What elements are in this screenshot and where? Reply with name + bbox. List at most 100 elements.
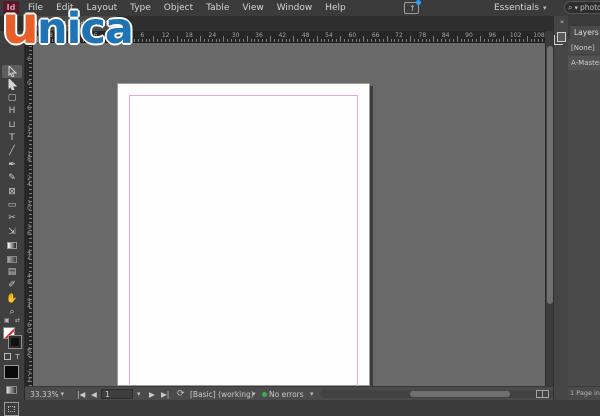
formatting-container-icon[interactable]	[4, 353, 11, 360]
rectangle-tool[interactable]: ▭	[2, 199, 22, 212]
ruler-tick	[60, 36, 61, 42]
ruler-tick	[324, 39, 325, 42]
zoom-level-dropdown[interactable]: 33.33% ▾	[30, 387, 64, 401]
ruler-tick	[161, 39, 162, 42]
menu-item-help[interactable]: Help	[325, 3, 346, 13]
document-tab-bar: *Untitled-1.indd @ 50% ×	[0, 16, 553, 31]
panel-dock-column: «	[553, 16, 568, 400]
first-page-button[interactable]: |◀	[77, 387, 85, 401]
ruler-tick	[29, 238, 32, 239]
horizontal-scrollbar[interactable]	[320, 390, 558, 398]
share-icon[interactable]: ↑	[404, 2, 419, 14]
ruler-tick	[282, 39, 283, 42]
eyedropper-tool[interactable]: ✐	[2, 279, 22, 292]
menu-item-type[interactable]: Type	[130, 3, 151, 13]
vertical-ruler[interactable]: 6061 21 82 43 03 64 24 85 46 06 67 27 8	[25, 43, 33, 386]
menu-item-layout[interactable]: Layout	[87, 3, 118, 13]
document-page[interactable]	[117, 83, 370, 386]
ruler-origin-box[interactable]	[25, 31, 33, 43]
ruler-tick	[406, 39, 407, 42]
next-page-button[interactable]: ▶	[149, 387, 155, 401]
ruler-label: 78	[419, 32, 427, 39]
preflight-icon[interactable]: ⟳	[177, 387, 185, 401]
ruler-label: 72	[395, 32, 403, 39]
zoom-tool[interactable]: ⌕	[2, 306, 22, 319]
ruler-tick	[488, 39, 489, 42]
gradient-swatch-tool[interactable]	[2, 239, 22, 252]
pages-panel-icon[interactable]	[557, 32, 566, 42]
menu-item-view[interactable]: View	[242, 3, 263, 13]
master-page-item-none[interactable]: [None]	[568, 41, 600, 55]
ruler-tick	[239, 39, 240, 42]
ruler-tick	[29, 193, 32, 194]
ruler-tick	[76, 39, 77, 42]
horizontal-scrollbar-thumb[interactable]	[410, 391, 510, 397]
ruler-tick	[29, 312, 32, 313]
menu-item-table[interactable]: Table	[206, 3, 229, 13]
apply-color-button[interactable]	[4, 365, 19, 379]
ruler-tick	[445, 39, 446, 42]
page-number-field[interactable]: 1	[101, 389, 133, 399]
ruler-tick	[457, 36, 458, 42]
spread-view-icon[interactable]	[536, 390, 549, 398]
gap-tool[interactable]: H	[2, 105, 22, 118]
ruler-tick	[359, 39, 360, 42]
gradient-feather-tool[interactable]	[2, 253, 22, 266]
page-dropdown-icon[interactable]: ▾	[137, 387, 141, 401]
pen-tool[interactable]: ✒	[2, 159, 22, 172]
ruler-tick	[142, 39, 143, 42]
stroke-swatch[interactable]	[9, 336, 21, 348]
menu-item-window[interactable]: Window	[277, 3, 313, 13]
ruler-tick	[208, 39, 209, 42]
page-tool[interactable]: ▢	[2, 92, 22, 105]
previous-page-button[interactable]: ◀	[91, 387, 97, 401]
content-collector-tool[interactable]: ⊔	[2, 119, 22, 132]
rectangle-frame-tool[interactable]: ⊠	[2, 186, 22, 199]
formatting-affects-row[interactable]: T	[2, 353, 22, 362]
horizontal-ruler[interactable]: 2418126061218243036424854606672788490961…	[33, 31, 545, 43]
ruler-tick	[223, 36, 224, 42]
ruler-tick	[519, 39, 520, 42]
pasteboard[interactable]	[33, 43, 545, 386]
last-page-button[interactable]: ▶|	[161, 387, 169, 401]
close-icon[interactable]: ×	[115, 19, 122, 28]
document-tab[interactable]: *Untitled-1.indd @ 50% ×	[25, 16, 117, 31]
scissors-tool[interactable]: ✂	[2, 212, 22, 225]
ruler-tick	[169, 39, 170, 42]
screen-mode-button[interactable]	[4, 402, 19, 416]
hand-tool[interactable]: ✋	[2, 293, 22, 306]
menu-item-edit[interactable]: Edit	[56, 3, 73, 13]
ruler-tick	[402, 39, 403, 42]
ruler-label: 6	[140, 32, 144, 39]
ruler-tick	[527, 36, 528, 42]
direct-selection-tool[interactable]	[2, 78, 22, 91]
ruler-tick	[219, 39, 220, 42]
panel-tab-layers[interactable]: Layers	[570, 26, 600, 39]
workspace-switcher[interactable]: Essentials ▾	[494, 1, 547, 15]
menu-item-file[interactable]: File	[28, 3, 43, 13]
selection-tool[interactable]	[2, 65, 22, 78]
pencil-tool[interactable]: ✎	[2, 172, 22, 185]
free-transform-tool[interactable]: ⇲	[2, 226, 22, 239]
indesign-app-icon[interactable]: Id	[3, 1, 19, 14]
menu-item-object[interactable]: Object	[164, 3, 193, 13]
note-tool[interactable]: ▤	[2, 266, 22, 279]
chevron-down-icon[interactable]: ▾	[252, 387, 256, 401]
apply-gradient-button[interactable]	[6, 386, 17, 394]
vertical-scrollbar[interactable]	[545, 43, 553, 386]
ruler-tick	[29, 320, 32, 321]
master-page-item-a-master[interactable]: A-Master	[568, 56, 600, 70]
line-tool[interactable]: ╱	[2, 145, 22, 158]
ruler-tick	[64, 39, 65, 42]
ruler-tick	[87, 39, 88, 42]
ruler-tick	[29, 63, 32, 64]
formatting-text-icon[interactable]: T	[15, 353, 19, 362]
ruler-tick	[231, 39, 232, 42]
ruler-label: 30	[232, 32, 240, 39]
ruler-tick	[134, 39, 135, 42]
collapse-panels-icon[interactable]: «	[556, 18, 568, 26]
type-tool[interactable]: T	[2, 132, 22, 145]
search-input[interactable]: ⌕ ▾ photo	[564, 1, 600, 14]
ruler-tick	[29, 210, 32, 211]
chevron-down-icon[interactable]: ▾	[310, 387, 314, 401]
